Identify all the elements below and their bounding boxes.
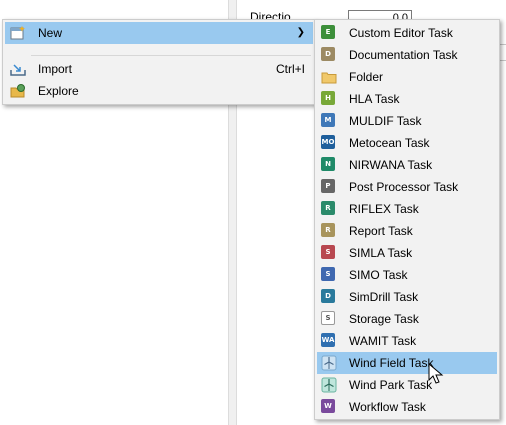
submenu-item-wind-park-task[interactable]: Wind Park Task [317,374,497,396]
submenu-item-nirwana-task[interactable]: N NIRWANA Task [317,154,497,176]
submenu-item-hla-task[interactable]: H HLA Task [317,88,497,110]
submenu-item-label: SIMLA Task [349,246,413,260]
submenu-item-label: Workflow Task [349,400,426,414]
menu-item-label: New [38,26,63,40]
muldif-task-icon: M [321,113,335,127]
submenu-item-folder[interactable]: Folder [317,66,497,88]
submenu-item-label: Folder [349,70,384,84]
submenu-item-label: Storage Task [349,312,419,326]
menu-separator [31,55,311,56]
new-submenu: E Custom Editor Task D Documentation Tas… [314,19,500,420]
submenu-item-label: Wind Park Task [349,378,433,392]
submenu-item-label: Report Task [349,224,413,238]
submenu-item-label: Wind Field Task [349,356,434,370]
submenu-item-label: Metocean Task [349,136,430,150]
submenu-item-label: NIRWANA Task [349,158,433,172]
submenu-item-storage-task[interactable]: S Storage Task [317,308,497,330]
storage-task-icon: S [321,311,335,325]
metocean-task-icon: MO [321,135,335,149]
new-task-icon [10,26,25,40]
workflow-task-icon: W [321,399,335,413]
explore-folder-icon [10,84,25,98]
submenu-item-wamit-task[interactable]: WA WAMIT Task [317,330,497,352]
submenu-item-label: Documentation Task [349,48,458,62]
wind-field-task-icon [321,355,337,371]
submenu-item-metocean-task[interactable]: MO Metocean Task [317,132,497,154]
simo-task-icon: S [321,267,335,281]
submenu-item-simo-task[interactable]: S SIMO Task [317,264,497,286]
menu-item-explore[interactable]: Explore [5,80,313,102]
submenu-item-label: MULDIF Task [349,114,422,128]
submenu-item-label: HLA Task [349,92,400,106]
submenu-item-post-processor-task[interactable]: P Post Processor Task [317,176,497,198]
wind-park-task-icon [321,377,337,393]
submenu-item-simla-task[interactable]: S SIMLA Task [317,242,497,264]
shortcut-label: Ctrl+I [275,62,305,76]
wamit-task-icon: WA [321,333,335,347]
submenu-arrow-icon: ❯ [296,27,305,38]
documentation-task-icon: D [321,47,335,61]
report-task-icon: R [321,223,335,237]
folder-icon [321,72,337,84]
menu-item-label: Explore [38,84,79,98]
simla-task-icon: S [321,245,335,259]
mouse-cursor-icon [428,363,444,384]
nirwana-task-icon: N [321,157,335,171]
menu-item-label: Import [38,62,73,76]
submenu-item-simdrill-task[interactable]: D SimDrill Task [317,286,497,308]
submenu-item-label: SimDrill Task [349,290,419,304]
submenu-item-label: WAMIT Task [349,334,417,348]
import-icon [10,64,26,76]
submenu-item-label: RIFLEX Task [349,202,419,216]
custom-editor-task-icon: E [321,25,335,39]
submenu-item-label: Post Processor Task [349,180,459,194]
submenu-item-riflex-task[interactable]: R RIFLEX Task [317,198,497,220]
submenu-item-custom-editor-task[interactable]: E Custom Editor Task [317,22,497,44]
submenu-item-label: SIMO Task [349,268,408,282]
riflex-task-icon: R [321,201,335,215]
submenu-item-label: Custom Editor Task [349,26,453,40]
submenu-item-documentation-task[interactable]: D Documentation Task [317,44,497,66]
submenu-item-wind-field-task[interactable]: Wind Field Task [317,352,497,374]
context-menu: New ❯ Import Ctrl+I Explore [2,19,316,105]
submenu-item-workflow-task[interactable]: W Workflow Task [317,396,497,418]
submenu-item-report-task[interactable]: R Report Task [317,220,497,242]
menu-item-new[interactable]: New ❯ [5,22,313,44]
submenu-item-muldif-task[interactable]: M MULDIF Task [317,110,497,132]
simdrill-task-icon: D [321,289,335,303]
hla-task-icon: H [321,91,335,105]
post-processor-task-icon: P [321,179,335,193]
menu-item-import[interactable]: Import Ctrl+I [5,58,313,80]
